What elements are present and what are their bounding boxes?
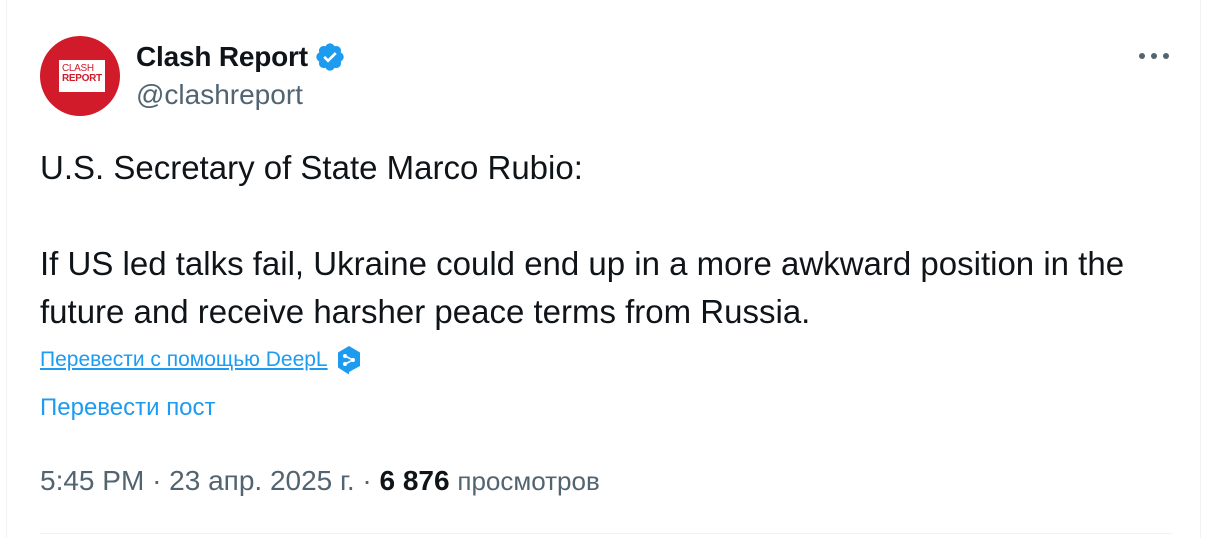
author-name-row: Clash Report [136, 40, 346, 74]
avatar[interactable]: CLASH REPORT [40, 36, 120, 116]
deepl-translate-row: Перевести с помощью DeepL [40, 344, 362, 376]
author-handle[interactable]: @clashreport [136, 78, 303, 112]
views-label: просмотров [457, 466, 600, 496]
author-display-name[interactable]: Clash Report [136, 41, 308, 73]
post-date[interactable]: 23 апр. 2025 г. [169, 465, 354, 496]
views-count[interactable]: 6 876 [380, 465, 450, 496]
post-text-line: If US led talks fail, Ukraine could end … [40, 245, 1125, 330]
post-time[interactable]: 5:45 PM [40, 465, 144, 496]
meta-separator: · [362, 465, 372, 496]
post-text-line: U.S. Secretary of State Marco Rubio: [40, 149, 583, 186]
deepl-logo-icon[interactable] [336, 345, 362, 375]
more-options-icon[interactable] [1134, 44, 1174, 68]
post-text: U.S. Secretary of State Marco Rubio: If … [40, 144, 1170, 336]
divider [40, 533, 1172, 534]
meta-separator: · [152, 465, 162, 496]
post-meta: 5:45 PM · 23 апр. 2025 г. · 6 876 просмо… [40, 462, 600, 500]
verified-badge-icon [316, 43, 344, 71]
translate-post-button[interactable]: Перевести пост [40, 394, 216, 422]
deepl-translate-link[interactable]: Перевести с помощью DeepL [40, 348, 328, 372]
avatar-logo-text: CLASH REPORT [62, 63, 102, 84]
